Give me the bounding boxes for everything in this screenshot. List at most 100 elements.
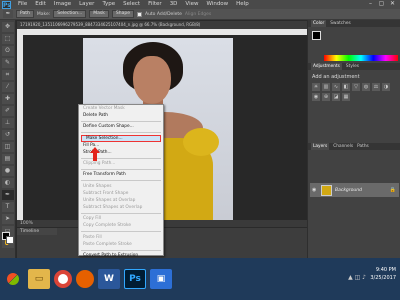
lasso-tool-icon[interactable]: ʘ [1, 46, 14, 56]
tab-styles[interactable]: Styles [346, 63, 359, 70]
hue-saturation-icon[interactable]: ◍ [362, 83, 370, 91]
eraser-tool-icon[interactable]: ◫ [1, 142, 14, 152]
eyedropper-tool-icon[interactable]: ⁄ [1, 82, 14, 92]
start-button[interactable] [0, 258, 26, 300]
make-selection-button[interactable]: Selection... [53, 10, 87, 18]
menu-image[interactable]: Image [50, 0, 75, 9]
blur-tool-icon[interactable]: ● [1, 166, 14, 176]
layer-lock-icon: 🔒 [389, 187, 396, 193]
layer-name[interactable]: Background [335, 188, 362, 193]
layers-panel-tabs: Layers Channels Paths [308, 143, 400, 150]
right-panel-dock: Color Swatches Adjustments Styles Add an… [307, 20, 400, 258]
menu-layer[interactable]: Layer [75, 0, 98, 9]
gradient-tool-icon[interactable]: ▤ [1, 154, 14, 164]
tab-swatches[interactable]: Swatches [330, 20, 351, 27]
crop-tool-icon[interactable]: ⌗ [1, 70, 14, 80]
context-menu-separator [81, 212, 161, 214]
context-menu-item-make-selection[interactable]: Make Selection... [81, 134, 161, 142]
clock-time: 9:40 PM [375, 267, 396, 273]
color-panel-foreground-swatch[interactable] [312, 31, 321, 40]
options-bar: ✒ Path Make: Selection... Mask Shape Aut… [0, 9, 400, 20]
menu-window[interactable]: Window [202, 0, 232, 9]
context-menu-separator [81, 132, 161, 134]
menu-filter[interactable]: Filter [144, 0, 166, 9]
pen-tool-icon[interactable]: ✒ [1, 190, 14, 200]
window-controls: – ▢ ✕ [365, 0, 398, 8]
color-ramp[interactable] [324, 55, 398, 61]
context-menu-item-copy-complete-stroke: Copy Complete Stroke [83, 223, 132, 229]
context-menu: Create Vector Mask Delete Path Define Cust… [78, 104, 164, 265]
menu-3d[interactable]: 3D [166, 0, 182, 9]
posterize-icon[interactable]: ▦ [342, 93, 350, 101]
context-menu-item-define-custom-shape[interactable]: Define Custom Shape... [79, 123, 163, 130]
auto-add-delete-checkbox[interactable] [136, 11, 142, 17]
path-selection-tool-icon[interactable]: ➤ [1, 214, 14, 224]
chrome-icon[interactable] [54, 270, 72, 288]
exposure-icon[interactable]: ◧ [342, 83, 350, 91]
layer-visibility-eye-icon[interactable]: ◉ [312, 187, 318, 193]
menu-type[interactable]: Type [98, 0, 119, 9]
document-tab[interactable]: 17191920_1351106996279539_88473346251074… [17, 21, 307, 29]
minimize-button[interactable]: – [365, 0, 376, 8]
adjustment-icons: ☀ ▥ ∿ ◧ ▽ ◍ ⚖ ◑ ◉ ⊕ ◪ ▦ [308, 82, 400, 102]
brightness-icon[interactable]: ☀ [312, 83, 320, 91]
photoshop-taskbar-icon[interactable]: Ps [124, 269, 146, 289]
color-balance-icon[interactable]: ⚖ [372, 83, 380, 91]
tab-adjustments[interactable]: Adjustments [311, 63, 342, 70]
context-menu-item-delete-path[interactable]: Delete Path [79, 112, 163, 119]
windows-taskbar: ▭ W Ps ▣ ▲ ◫ ♪ 9:40 PM 3/25/2017 [0, 258, 400, 300]
vibrance-icon[interactable]: ▽ [352, 83, 360, 91]
menu-help[interactable]: Help [232, 0, 253, 9]
healing-tool-icon[interactable]: ✚ [1, 94, 14, 104]
menu-view[interactable]: View [181, 0, 202, 9]
make-shape-button[interactable]: Shape [111, 10, 134, 18]
move-tool-icon[interactable]: ✥ [1, 22, 14, 32]
marquee-tool-icon[interactable]: ⬚ [1, 34, 14, 44]
tab-color[interactable]: Color [311, 20, 327, 27]
brush-tool-icon[interactable]: ✐ [1, 106, 14, 116]
context-menu-item-free-transform-path[interactable]: Free Transform Path [79, 171, 163, 178]
system-clock[interactable]: 9:40 PM 3/25/2017 [370, 266, 396, 282]
zoom-level[interactable]: 100% [20, 221, 33, 226]
black-white-icon[interactable]: ◑ [382, 83, 390, 91]
file-explorer-icon[interactable]: ▭ [28, 269, 50, 289]
photos-app-icon[interactable]: ▣ [150, 269, 172, 289]
channel-mixer-icon[interactable]: ⊕ [322, 93, 330, 101]
photo-filter-icon[interactable]: ◉ [312, 93, 320, 101]
tab-channels[interactable]: Channels [333, 143, 353, 150]
levels-icon[interactable]: ▥ [322, 83, 330, 91]
canvas-area[interactable] [23, 35, 307, 220]
background-color-swatch[interactable] [6, 236, 14, 244]
pen-tool-preset-icon[interactable]: ✒ [3, 10, 13, 18]
clone-stamp-tool-icon[interactable]: ⊥ [1, 118, 14, 128]
tool-mode-select[interactable]: Path [16, 10, 34, 18]
context-menu-item-subtract-front-shape: Subtract Front Shape [83, 190, 129, 196]
tab-layers[interactable]: Layers [311, 143, 330, 150]
maximize-button[interactable]: ▢ [376, 0, 387, 8]
menu-select[interactable]: Select [119, 0, 144, 9]
menu-file[interactable]: File [14, 0, 31, 9]
context-menu-item-clipping-path: Clipping Path... [83, 161, 116, 167]
timeline-title[interactable]: Timeline [17, 228, 57, 235]
menu-items: File Edit Image Layer Type Select Filter 3D View… [14, 0, 253, 9]
make-mask-button[interactable]: Mask [89, 10, 109, 18]
firefox-icon[interactable] [76, 270, 94, 288]
adjustments-panel-tabs: Adjustments Styles [308, 63, 400, 70]
type-tool-icon[interactable]: T [1, 202, 14, 212]
context-menu-separator [81, 120, 161, 122]
system-tray-icons[interactable]: ▲ ◫ ♪ [348, 274, 366, 281]
tab-paths[interactable]: Paths [357, 143, 369, 150]
history-brush-tool-icon[interactable]: ↺ [1, 130, 14, 140]
menu-edit[interactable]: Edit [31, 0, 50, 9]
quick-select-tool-icon[interactable]: ✎ [1, 58, 14, 68]
color-panel [308, 27, 400, 63]
close-button[interactable]: ✕ [387, 0, 398, 8]
context-menu-separator [81, 168, 161, 170]
dodge-tool-icon[interactable]: ◐ [1, 178, 14, 188]
invert-icon[interactable]: ◪ [332, 93, 340, 101]
curves-icon[interactable]: ∿ [332, 83, 340, 91]
word-icon[interactable]: W [98, 269, 120, 289]
align-edges-label: Align Edges [184, 11, 212, 17]
layer-row-background[interactable]: ◉ Background 🔒 [310, 183, 399, 197]
context-menu-item-unite-shapes: Unite Shapes [83, 183, 112, 189]
